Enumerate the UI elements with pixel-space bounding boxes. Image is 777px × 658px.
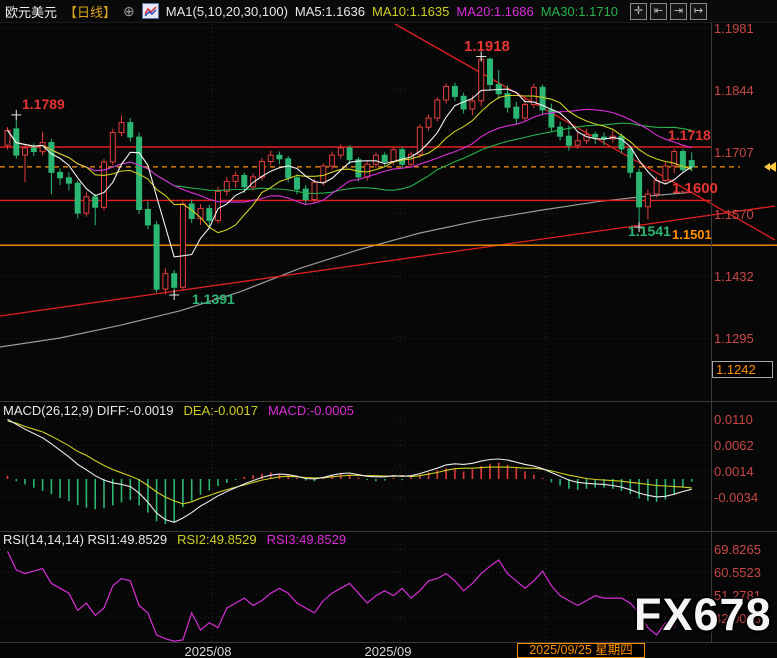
macd-axis-tick: -0.0034 [714, 490, 776, 505]
rsi-axis-tick: 69.8265 [714, 542, 776, 557]
macd-axis-tick: 0.0062 [714, 438, 776, 453]
time-axis-label-aug: 2025/08 [168, 644, 248, 658]
ma30-value: MA30:1.1710 [541, 4, 618, 19]
price-axis-tick: 1.1844 [714, 83, 776, 98]
macd-header: MACD(26,12,9) DIFF:-0.0019 DEA:-0.0017 M… [3, 403, 354, 418]
price-marker-label: 1.1600 [672, 180, 718, 197]
rsi-axis-tick: 60.5523 [714, 565, 776, 580]
time-axis[interactable]: 2025/08 2025/09 2025/09/25 星期四 [0, 643, 777, 658]
ma20-value: MA20:1.1686 [456, 4, 533, 19]
period-label: 【日线】 [64, 2, 116, 21]
price-marker-label: 1.1718 [668, 127, 711, 143]
pan-left-icon[interactable]: ⇤ [650, 3, 667, 20]
rsi-header: RSI(14,14,14) RSI1:49.8529 RSI2:49.8529 … [3, 532, 346, 547]
rsi3-value: RSI3:49.8529 [267, 532, 347, 547]
price-marker-label: 1.1918 [464, 38, 510, 55]
chart-type-icon[interactable] [142, 3, 159, 19]
price-axis-tick: 1.1432 [714, 269, 776, 284]
pan-right-icon[interactable]: ⇥ [670, 3, 687, 20]
price-axis-tick: 1.1981 [714, 21, 776, 36]
macd-axis-tick: 0.0014 [714, 464, 776, 479]
ma5-value: MA5:1.1636 [295, 4, 365, 19]
time-axis-label-sep: 2025/09 [348, 644, 428, 658]
price-marker-label: 1.1541 [628, 223, 671, 239]
title-bar: 欧元美元 【日线】 ⊕ MA1(5,10,20,30,100) MA5:1.16… [0, 0, 777, 22]
chart-canvas[interactable] [0, 0, 777, 658]
symbol-name: 欧元美元 [5, 2, 57, 21]
macd-dea-value: DEA:-0.0017 [184, 403, 258, 418]
watermark: FX678 [634, 589, 772, 641]
chart-toolbar: ✛ ⇤ ⇥ ↦ [630, 3, 707, 20]
price-marker-label: 1.1501 [672, 227, 712, 242]
price-marker-label: 1.1391 [192, 291, 235, 307]
price-axis-tick: 1.1570 [714, 207, 776, 222]
ma-settings-label: MA1(5,10,20,30,100) [166, 4, 288, 19]
shift-right-icon[interactable]: ↦ [690, 3, 707, 20]
zoom-out-icon[interactable]: ⊕ [123, 4, 135, 18]
ma10-value: MA10:1.1635 [372, 4, 449, 19]
price-marker-label: 1.1789 [22, 96, 65, 112]
macd-diff-value: MACD(26,12,9) DIFF:-0.0019 [3, 403, 174, 418]
price-axis-tick: 1.1707 [714, 145, 776, 160]
price-axis-tick: 1.1295 [714, 331, 776, 346]
price-alert-label: 1.1242 [712, 361, 773, 378]
rsi2-value: RSI2:49.8529 [177, 532, 257, 547]
selected-date-label: 2025/09/25 星期四 [517, 643, 645, 658]
rsi1-value: RSI(14,14,14) RSI1:49.8529 [3, 532, 167, 547]
macd-macd-value: MACD:-0.0005 [268, 403, 354, 418]
crosshair-icon[interactable]: ✛ [630, 3, 647, 20]
macd-axis-tick: 0.0110 [714, 412, 776, 427]
trading-chart-app: 欧元美元 【日线】 ⊕ MA1(5,10,20,30,100) MA5:1.16… [0, 0, 777, 658]
